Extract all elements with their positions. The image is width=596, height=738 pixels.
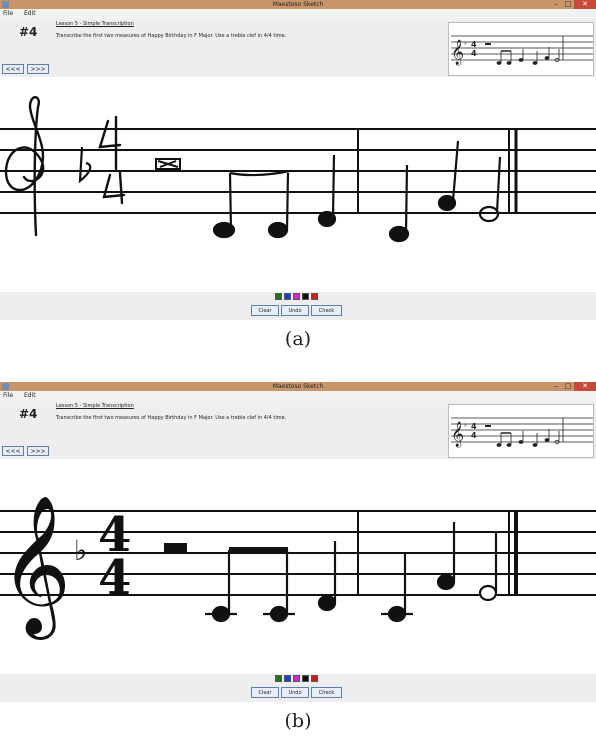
lesson-number: #4 — [19, 25, 38, 39]
clear-button[interactable]: Clear — [251, 687, 279, 698]
svg-text:𝄞: 𝄞 — [451, 39, 464, 65]
color-swatch-black[interactable] — [302, 675, 309, 682]
color-swatch-red[interactable] — [311, 675, 318, 682]
target-score-preview: 𝄞 ♭ 4 4 — [448, 22, 594, 76]
next-lesson-button[interactable]: >>> — [27, 446, 49, 456]
color-swatch-red[interactable] — [311, 293, 318, 300]
lesson-info: #4 Lesson 5 - Simple Transcription Trans… — [0, 19, 596, 77]
check-button[interactable]: Check — [311, 305, 342, 316]
lesson-number: #4 — [19, 407, 38, 421]
svg-text:4: 4 — [471, 49, 477, 58]
drawing-canvas[interactable] — [0, 77, 596, 292]
menu-bar: File Edit — [0, 9, 596, 19]
minimize-button[interactable]: – — [550, 382, 562, 391]
minimize-button[interactable]: – — [550, 0, 562, 9]
clear-button[interactable]: Clear — [251, 305, 279, 316]
window-title: Maestoso Sketch — [272, 383, 324, 390]
svg-text:4: 4 — [471, 40, 477, 49]
prev-lesson-button[interactable]: <<< — [2, 64, 24, 74]
svg-text:♭: ♭ — [464, 422, 467, 429]
next-lesson-button[interactable]: >>> — [27, 64, 49, 74]
color-swatch-green[interactable] — [275, 675, 282, 682]
color-swatch-magenta[interactable] — [293, 675, 300, 682]
svg-text:♭: ♭ — [464, 40, 467, 47]
title-bar: Maestoso Sketch – □ ✕ — [0, 382, 596, 391]
title-bar: Maestoso Sketch – □ ✕ — [0, 0, 596, 9]
maximize-button[interactable]: □ — [562, 382, 574, 391]
svg-text:4: 4 — [471, 431, 477, 440]
svg-text:4: 4 — [471, 422, 477, 431]
bottom-toolbar: Clear Undo Check — [0, 674, 596, 702]
sketched-half-rest — [155, 158, 181, 170]
lesson-info: #4 Lesson 5 - Simple Transcription Trans… — [0, 401, 596, 459]
menu-bar: File Edit — [0, 391, 596, 401]
caption-a: (a) — [284, 328, 312, 350]
lesson-title: Lesson 5 - Simple Transcription — [56, 403, 134, 409]
window-title: Maestoso Sketch — [272, 1, 324, 8]
notes — [205, 522, 498, 623]
color-swatch-black[interactable] — [302, 293, 309, 300]
panel-sketch: Maestoso Sketch – □ ✕ File Edit #4 Lesso… — [0, 0, 596, 320]
color-swatch-blue[interactable] — [284, 675, 291, 682]
menu-file[interactable]: File — [3, 391, 13, 401]
menu-edit[interactable]: Edit — [24, 9, 36, 19]
lesson-instruction: Transcribe the first two measures of Hap… — [56, 33, 287, 39]
drawing-canvas[interactable]: 𝄞 ♭ 4 4 — [0, 459, 596, 674]
prev-lesson-button[interactable]: <<< — [2, 446, 24, 456]
panel-beautified: Maestoso Sketch – □ ✕ File Edit #4 Lesso… — [0, 382, 596, 702]
undo-button[interactable]: Undo — [281, 305, 309, 316]
close-button[interactable]: ✕ — [574, 0, 596, 9]
menu-edit[interactable]: Edit — [24, 391, 36, 401]
color-swatch-blue[interactable] — [284, 293, 291, 300]
color-swatch-green[interactable] — [275, 293, 282, 300]
check-button[interactable]: Check — [311, 687, 342, 698]
time-signature-bottom: 4 — [98, 550, 131, 606]
sketched-treble-clef — [4, 96, 45, 237]
menu-file[interactable]: File — [3, 9, 13, 19]
sketched-flat — [78, 146, 92, 184]
close-button[interactable]: ✕ — [574, 382, 596, 391]
half-rest — [164, 543, 187, 553]
lesson-instruction: Transcribe the first two measures of Hap… — [56, 415, 287, 421]
bottom-toolbar: Clear Undo Check — [0, 292, 596, 320]
caption-b: (b) — [284, 710, 312, 732]
flat-sign: ♭ — [74, 534, 87, 567]
color-swatch-magenta[interactable] — [293, 293, 300, 300]
maximize-button[interactable]: □ — [562, 0, 574, 9]
target-score-preview: 𝄞 ♭ 4 4 — [448, 404, 594, 458]
svg-text:𝄞: 𝄞 — [451, 421, 464, 447]
treble-clef: 𝄞 — [0, 495, 71, 640]
undo-button[interactable]: Undo — [281, 687, 309, 698]
lesson-title: Lesson 5 - Simple Transcription — [56, 21, 134, 27]
